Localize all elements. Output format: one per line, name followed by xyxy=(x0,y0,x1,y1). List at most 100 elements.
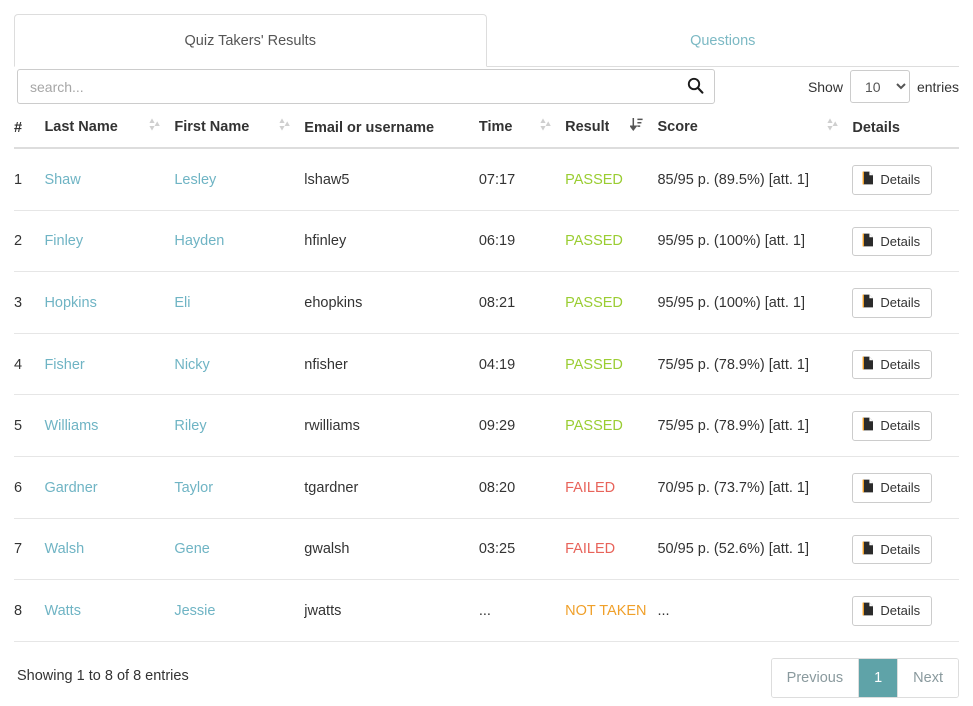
status-badge: FAILED xyxy=(565,541,616,558)
last-name-link[interactable]: Finley xyxy=(44,233,83,249)
sort-both-icon xyxy=(279,117,291,136)
details-button-label: Details xyxy=(880,479,921,495)
cell-result: PASSED xyxy=(565,333,658,396)
cell-score: ... xyxy=(657,579,853,642)
column-header-time-label: Time xyxy=(478,118,513,135)
pagination-previous[interactable]: Previous xyxy=(771,658,860,697)
last-name-link[interactable]: Gardner xyxy=(44,480,97,496)
details-button[interactable]: Details xyxy=(852,288,933,318)
last-name-link[interactable]: Shaw xyxy=(44,172,80,188)
column-header-last-name-label: Last Name xyxy=(44,118,118,135)
cell-details: Details xyxy=(852,579,959,642)
first-name-link[interactable]: Riley xyxy=(174,418,206,434)
cell-details: Details xyxy=(852,210,959,273)
column-header-time[interactable]: Time xyxy=(478,117,566,149)
details-button-label: Details xyxy=(880,541,921,557)
column-header-last-name[interactable]: Last Name xyxy=(44,117,175,149)
first-name-link[interactable]: Jessie xyxy=(174,603,215,619)
details-button[interactable]: Details xyxy=(852,165,933,195)
cell-last-name: Walsh xyxy=(44,518,175,581)
table-row: 7 Walsh Gene gwalsh 03:25 FAILED 50/95 p. (52.… xyxy=(14,518,959,581)
cell-first-name: Riley xyxy=(174,394,305,457)
length-menu: Show 10 25 50 100 entries xyxy=(808,70,959,103)
first-name-link[interactable]: Taylor xyxy=(174,480,213,496)
last-name-link[interactable]: Hopkins xyxy=(44,295,96,311)
cell-details: Details xyxy=(852,518,959,581)
cell-score: 75/95 p. (78.9%) [att. 1] xyxy=(657,394,853,457)
details-button[interactable]: Details xyxy=(852,534,933,565)
cell-first-name: Jessie xyxy=(174,579,305,642)
cell-score: 70/95 p. (73.7%) [att. 1] xyxy=(657,456,853,519)
cell-index: 4 xyxy=(14,333,45,396)
column-header-first-name[interactable]: First Name xyxy=(174,117,305,149)
cell-result: FAILED xyxy=(565,456,658,519)
cell-email: lshaw5 xyxy=(304,148,479,211)
tab-questions-label: Questions xyxy=(690,33,756,49)
cell-email: nfisher xyxy=(304,333,479,396)
file-icon xyxy=(862,602,874,620)
cell-last-name: Fisher xyxy=(44,333,175,396)
details-button[interactable]: Details xyxy=(852,226,933,257)
cell-details: Details xyxy=(852,333,959,396)
cell-last-name: Shaw xyxy=(44,148,175,211)
cell-index: 2 xyxy=(14,210,45,273)
first-name-link[interactable]: Nicky xyxy=(174,357,209,373)
details-button[interactable]: Details xyxy=(852,349,933,380)
cell-details: Details xyxy=(852,456,959,519)
cell-first-name: Hayden xyxy=(174,210,305,273)
cell-result: PASSED xyxy=(565,148,658,211)
cell-index: 3 xyxy=(14,271,45,334)
tab-bar: Quiz Takers' Results Questions xyxy=(14,14,959,67)
first-name-link[interactable]: Gene xyxy=(174,541,209,557)
cell-email: jwatts xyxy=(304,579,479,642)
last-name-link[interactable]: Watts xyxy=(44,603,81,619)
search-input[interactable] xyxy=(18,70,678,103)
results-table-header-row: # Last Name First Name Email or username… xyxy=(14,117,959,149)
cell-index: 6 xyxy=(14,456,45,519)
first-name-link[interactable]: Hayden xyxy=(174,233,224,249)
cell-email: gwalsh xyxy=(304,518,479,581)
column-header-email-or-username[interactable]: Email or username xyxy=(304,117,479,149)
results-table-head: # Last Name First Name Email or username… xyxy=(14,117,959,149)
entries-per-page-select[interactable]: 10 25 50 100 xyxy=(849,70,910,103)
pagination-next[interactable]: Next xyxy=(898,658,958,697)
tab-quiz-takers-results[interactable]: Quiz Takers' Results xyxy=(14,14,487,67)
column-header-result[interactable]: Result xyxy=(565,117,658,149)
first-name-link[interactable]: Eli xyxy=(174,295,190,311)
column-header-details: Details xyxy=(852,117,959,149)
column-header-email-or-username-label: Email or username xyxy=(304,120,435,136)
search-button[interactable] xyxy=(676,70,714,103)
cell-last-name: Watts xyxy=(44,579,175,642)
column-header-result-label: Result xyxy=(565,118,610,135)
details-button[interactable]: Details xyxy=(852,472,933,503)
details-button-label: Details xyxy=(880,418,921,434)
cell-time: ... xyxy=(478,579,566,642)
details-button[interactable]: Details xyxy=(852,411,933,441)
last-name-link[interactable]: Williams xyxy=(44,418,98,434)
pagination: Previous 1 Next xyxy=(770,657,959,698)
cell-email: rwilliams xyxy=(304,394,479,457)
table-controls: Show 10 25 50 100 entries xyxy=(14,67,959,117)
status-badge: PASSED xyxy=(565,356,623,373)
details-button[interactable]: Details xyxy=(852,596,933,626)
first-name-link[interactable]: Lesley xyxy=(174,172,216,188)
cell-last-name: Williams xyxy=(44,394,175,457)
table-row: 3 Hopkins Eli ehopkins 08:21 PASSED 95/95 p. (… xyxy=(14,271,959,334)
cell-details: Details xyxy=(852,394,959,457)
search-box xyxy=(17,69,715,104)
last-name-link[interactable]: Walsh xyxy=(44,541,84,557)
pagination-page-1[interactable]: 1 xyxy=(859,658,899,697)
details-button-label: Details xyxy=(880,603,921,619)
cell-first-name: Lesley xyxy=(174,148,305,211)
last-name-link[interactable]: Fisher xyxy=(44,357,84,373)
results-table-body: 1 Shaw Lesley lshaw5 07:17 PASSED 85/95 p. (89… xyxy=(14,148,959,642)
file-icon xyxy=(862,417,874,435)
file-icon xyxy=(862,294,874,312)
column-header-score[interactable]: Score xyxy=(657,117,853,149)
results-table-container: # Last Name First Name Email or username… xyxy=(14,117,959,642)
tab-questions[interactable]: Questions xyxy=(487,14,960,66)
cell-score: 95/95 p. (100%) [att. 1] xyxy=(657,271,853,334)
status-badge: PASSED xyxy=(565,294,623,311)
details-button-label: Details xyxy=(880,356,921,372)
column-header-index-label: # xyxy=(14,120,23,136)
